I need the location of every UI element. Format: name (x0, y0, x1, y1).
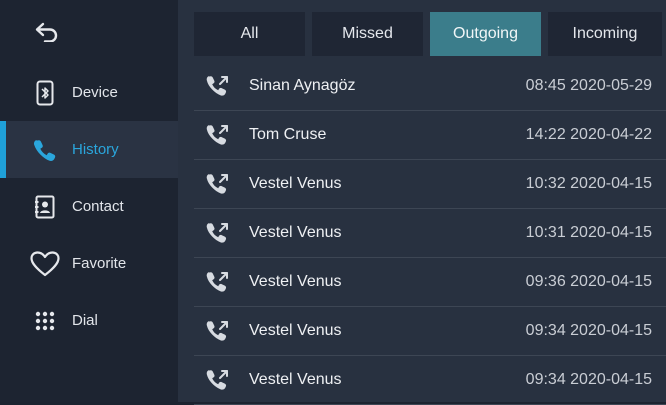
tab-outgoing[interactable]: Outgoing (430, 12, 541, 56)
contact-name: Vestel Venus (249, 175, 342, 192)
call-history-panel: All Missed Outgoing Incoming Sinan Aynag… (178, 0, 666, 405)
sidebar-item-favorite[interactable]: Favorite (0, 235, 178, 292)
phone-handset-icon (25, 138, 65, 162)
outgoing-call-icon (204, 172, 234, 196)
call-row[interactable]: Vestel Venus 09:34 2020-04-15 (194, 356, 666, 405)
tab-missed[interactable]: Missed (312, 12, 423, 56)
dialpad-icon (25, 310, 65, 332)
call-row[interactable]: Vestel Venus 09:34 2020-04-15 (194, 307, 666, 356)
call-list: Sinan Aynagöz 08:45 2020-05-29 Tom Cruse 14… (194, 62, 666, 405)
tab-bar: All Missed Outgoing Incoming (194, 12, 662, 56)
outgoing-call-icon (204, 74, 234, 98)
outgoing-call-icon (204, 368, 234, 392)
contact-name: Sinan Aynagöz (249, 77, 356, 94)
app-window: Device History Contact Favorite Dial All… (0, 0, 666, 405)
call-timestamp: 10:32 2020-04-15 (525, 175, 652, 192)
sidebar-item-contact[interactable]: Contact (0, 178, 178, 235)
sidebar-item-device[interactable]: Device (0, 64, 178, 121)
call-row[interactable]: Tom Cruse 14:22 2020-04-22 (194, 111, 666, 160)
contact-name: Vestel Venus (249, 273, 342, 290)
sidebar-item-label: Favorite (72, 255, 127, 272)
outgoing-call-icon (204, 123, 234, 147)
call-timestamp: 08:45 2020-05-29 (525, 77, 652, 94)
call-timestamp: 09:34 2020-04-15 (525, 371, 652, 388)
call-timestamp: 14:22 2020-04-22 (525, 126, 652, 143)
tab-all[interactable]: All (194, 12, 305, 56)
heart-icon (25, 250, 65, 277)
tab-incoming[interactable]: Incoming (548, 12, 662, 56)
call-timestamp: 09:34 2020-04-15 (525, 322, 652, 339)
call-row[interactable]: Sinan Aynagöz 08:45 2020-05-29 (194, 62, 666, 111)
call-row[interactable]: Vestel Venus 09:36 2020-04-15 (194, 258, 666, 307)
outgoing-call-icon (204, 319, 234, 343)
back-arrow-icon (35, 22, 58, 42)
contact-name: Tom Cruse (249, 126, 327, 143)
contact-name: Vestel Venus (249, 371, 342, 388)
sidebar: Device History Contact Favorite Dial (0, 0, 178, 402)
bluetooth-phone-icon (25, 80, 65, 106)
call-timestamp: 09:36 2020-04-15 (525, 273, 652, 290)
contact-name: Vestel Venus (249, 224, 342, 241)
contact-name: Vestel Venus (249, 322, 342, 339)
sidebar-item-label: Contact (72, 198, 124, 215)
sidebar-item-history[interactable]: History (0, 121, 178, 178)
sidebar-item-label: Dial (72, 312, 98, 329)
sidebar-item-label: Device (72, 84, 118, 101)
sidebar-item-label: History (72, 141, 119, 158)
call-row[interactable]: Vestel Venus 10:32 2020-04-15 (194, 160, 666, 209)
back-button[interactable] (0, 0, 178, 64)
call-timestamp: 10:31 2020-04-15 (525, 224, 652, 241)
call-row[interactable]: Vestel Venus 10:31 2020-04-15 (194, 209, 666, 258)
outgoing-call-icon (204, 221, 234, 245)
sidebar-item-dial[interactable]: Dial (0, 292, 178, 349)
outgoing-call-icon (204, 270, 234, 294)
contact-book-icon (25, 195, 65, 219)
